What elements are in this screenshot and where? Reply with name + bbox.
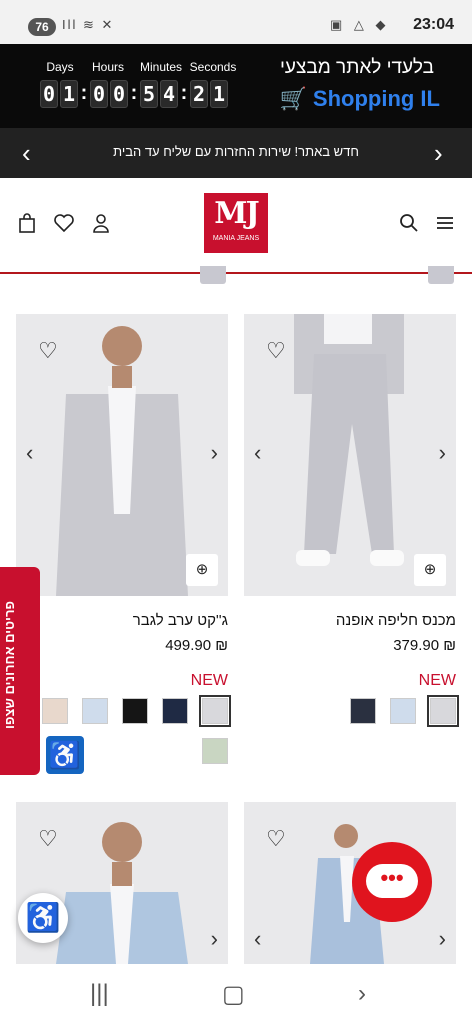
logo-mark: MJ	[214, 196, 259, 231]
color-swatches	[244, 695, 459, 727]
site-header: MJ MANIA JEANS	[0, 178, 472, 274]
image-prev-chevron-icon[interactable]: ‹	[254, 440, 261, 466]
product-price: 379.90 ₪	[393, 637, 456, 654]
recent-apps-icon[interactable]: |||	[90, 980, 109, 1008]
new-badge: NEW	[190, 672, 228, 689]
status-app-icons: ▣ △ ◆	[330, 17, 390, 32]
countdown-digit: 4	[160, 80, 178, 108]
countdown-label-hours: Hours	[91, 60, 124, 74]
image-prev-chevron-icon[interactable]: ‹	[254, 926, 261, 952]
chat-bubble-icon: •••	[366, 864, 418, 898]
product-name[interactable]: ג''קט ערב לגבר	[16, 612, 228, 629]
countdown-digit: 0	[90, 80, 108, 108]
countdown-digit: 2	[190, 80, 208, 108]
signal-icons: Ill ≋ ✕	[62, 17, 115, 32]
wishlist-heart-icon[interactable]: ♡	[38, 338, 58, 364]
notification-badge: 76	[28, 18, 56, 36]
shopping-bag-icon[interactable]	[14, 212, 40, 238]
add-to-cart-icon[interactable]: ⊕	[186, 554, 218, 586]
product-image[interactable]: ♡ ‹ › ⊕	[16, 314, 228, 596]
countdown-timer: 0 1 : 0 0 : 5 4 : 2 1	[40, 80, 228, 108]
clock-time: 23:04	[413, 16, 454, 33]
countdown-digit: 1	[210, 80, 228, 108]
system-navigation-bar: ||| ▢ ›	[0, 964, 472, 1024]
recently-viewed-tab[interactable]: פריטים אחרונים שצפו	[0, 567, 40, 775]
image-next-chevron-icon[interactable]: ›	[439, 440, 446, 466]
recently-viewed-label: פריטים אחרונים שצפו	[2, 601, 17, 729]
wishlist-heart-icon[interactable]: ♡	[38, 826, 58, 852]
color-swatch[interactable]	[42, 698, 68, 724]
announcement-text: חדש באתר! שירות החזרות עם שליח עד הבית	[113, 144, 359, 159]
search-icon[interactable]	[396, 212, 422, 238]
color-swatch-selected[interactable]	[199, 695, 231, 727]
image-next-chevron-icon[interactable]: ›	[211, 440, 218, 466]
mania-jeans-logo[interactable]: MJ MANIA JEANS	[204, 193, 268, 253]
color-swatch[interactable]	[82, 698, 108, 724]
wishlist-heart-icon[interactable]: ♡	[266, 826, 286, 852]
image-prev-chevron-icon[interactable]: ‹	[26, 440, 33, 466]
wishlist-heart-icon[interactable]: ♡	[266, 338, 286, 364]
announcement-next-icon[interactable]: ›	[434, 138, 443, 169]
color-swatch[interactable]	[202, 738, 228, 764]
image-next-chevron-icon[interactable]: ›	[211, 926, 218, 952]
hamburger-menu-icon[interactable]	[432, 212, 458, 238]
countdown-label-minutes: Minutes	[139, 60, 183, 74]
product-price: 499.90 ₪	[165, 637, 228, 654]
shopping-il-logo: 🛒 Shopping IL	[280, 86, 441, 112]
color-swatch-selected[interactable]	[427, 695, 459, 727]
new-badge: NEW	[418, 672, 456, 689]
product-image[interactable]: ♡ ‹ › ⊕	[244, 314, 456, 596]
countdown-label-days: Days	[46, 60, 74, 74]
countdown-separator: :	[180, 82, 188, 104]
product-name[interactable]: מכנס חליפה אופנה	[244, 612, 456, 629]
image-next-chevron-icon[interactable]: ›	[439, 926, 446, 952]
logo-subtext: MANIA JEANS	[212, 235, 260, 242]
countdown-separator: :	[80, 82, 88, 104]
color-swatch[interactable]	[122, 698, 148, 724]
promo-banner[interactable]: Days Hours Minutes Seconds 0 1 : 0 0 : 5…	[0, 44, 472, 128]
countdown-label-seconds: Seconds	[189, 60, 237, 74]
color-swatch[interactable]	[350, 698, 376, 724]
previous-row-swatch	[428, 266, 454, 284]
wishlist-heart-icon[interactable]	[51, 212, 77, 238]
product-card[interactable]: ♡ ‹ › ⊕ מכנס חליפה אופנה 379.90 ₪ NEW	[244, 314, 459, 727]
promo-title: בלעדי לאתר מבצעי	[280, 57, 434, 78]
accessibility-icon[interactable]: ♿	[46, 736, 84, 774]
countdown-digit: 0	[40, 80, 58, 108]
product-card[interactable]: ♡ ‹ › ⊕ ג''קט ערב לגבר 499.90 ₪ NEW	[16, 314, 231, 764]
back-icon[interactable]: ›	[358, 980, 366, 1008]
accessibility-widget-icon[interactable]: ♿	[18, 893, 68, 943]
home-icon[interactable]: ▢	[222, 980, 245, 1009]
color-swatch[interactable]	[390, 698, 416, 724]
status-bar: 76 Ill ≋ ✕ ▣ △ ◆ 23:04	[0, 0, 472, 44]
countdown-labels: Days Hours Minutes Seconds	[40, 60, 240, 74]
countdown-separator: :	[130, 82, 138, 104]
countdown-digit: 0	[110, 80, 128, 108]
announcement-prev-icon[interactable]: ‹	[22, 138, 31, 169]
shopping-cart-icon: 🛒	[279, 86, 307, 111]
user-account-icon[interactable]	[88, 212, 114, 238]
countdown-digit: 1	[60, 80, 78, 108]
announcement-bar: ‹ חדש באתר! שירות החזרות עם שליח עד הבית…	[0, 128, 472, 178]
chat-button[interactable]: •••	[352, 842, 432, 922]
add-to-cart-icon[interactable]: ⊕	[414, 554, 446, 586]
countdown-digit: 5	[140, 80, 158, 108]
promo-brand-text: Shopping IL	[312, 86, 440, 111]
color-swatch[interactable]	[162, 698, 188, 724]
previous-row-swatch	[200, 266, 226, 284]
